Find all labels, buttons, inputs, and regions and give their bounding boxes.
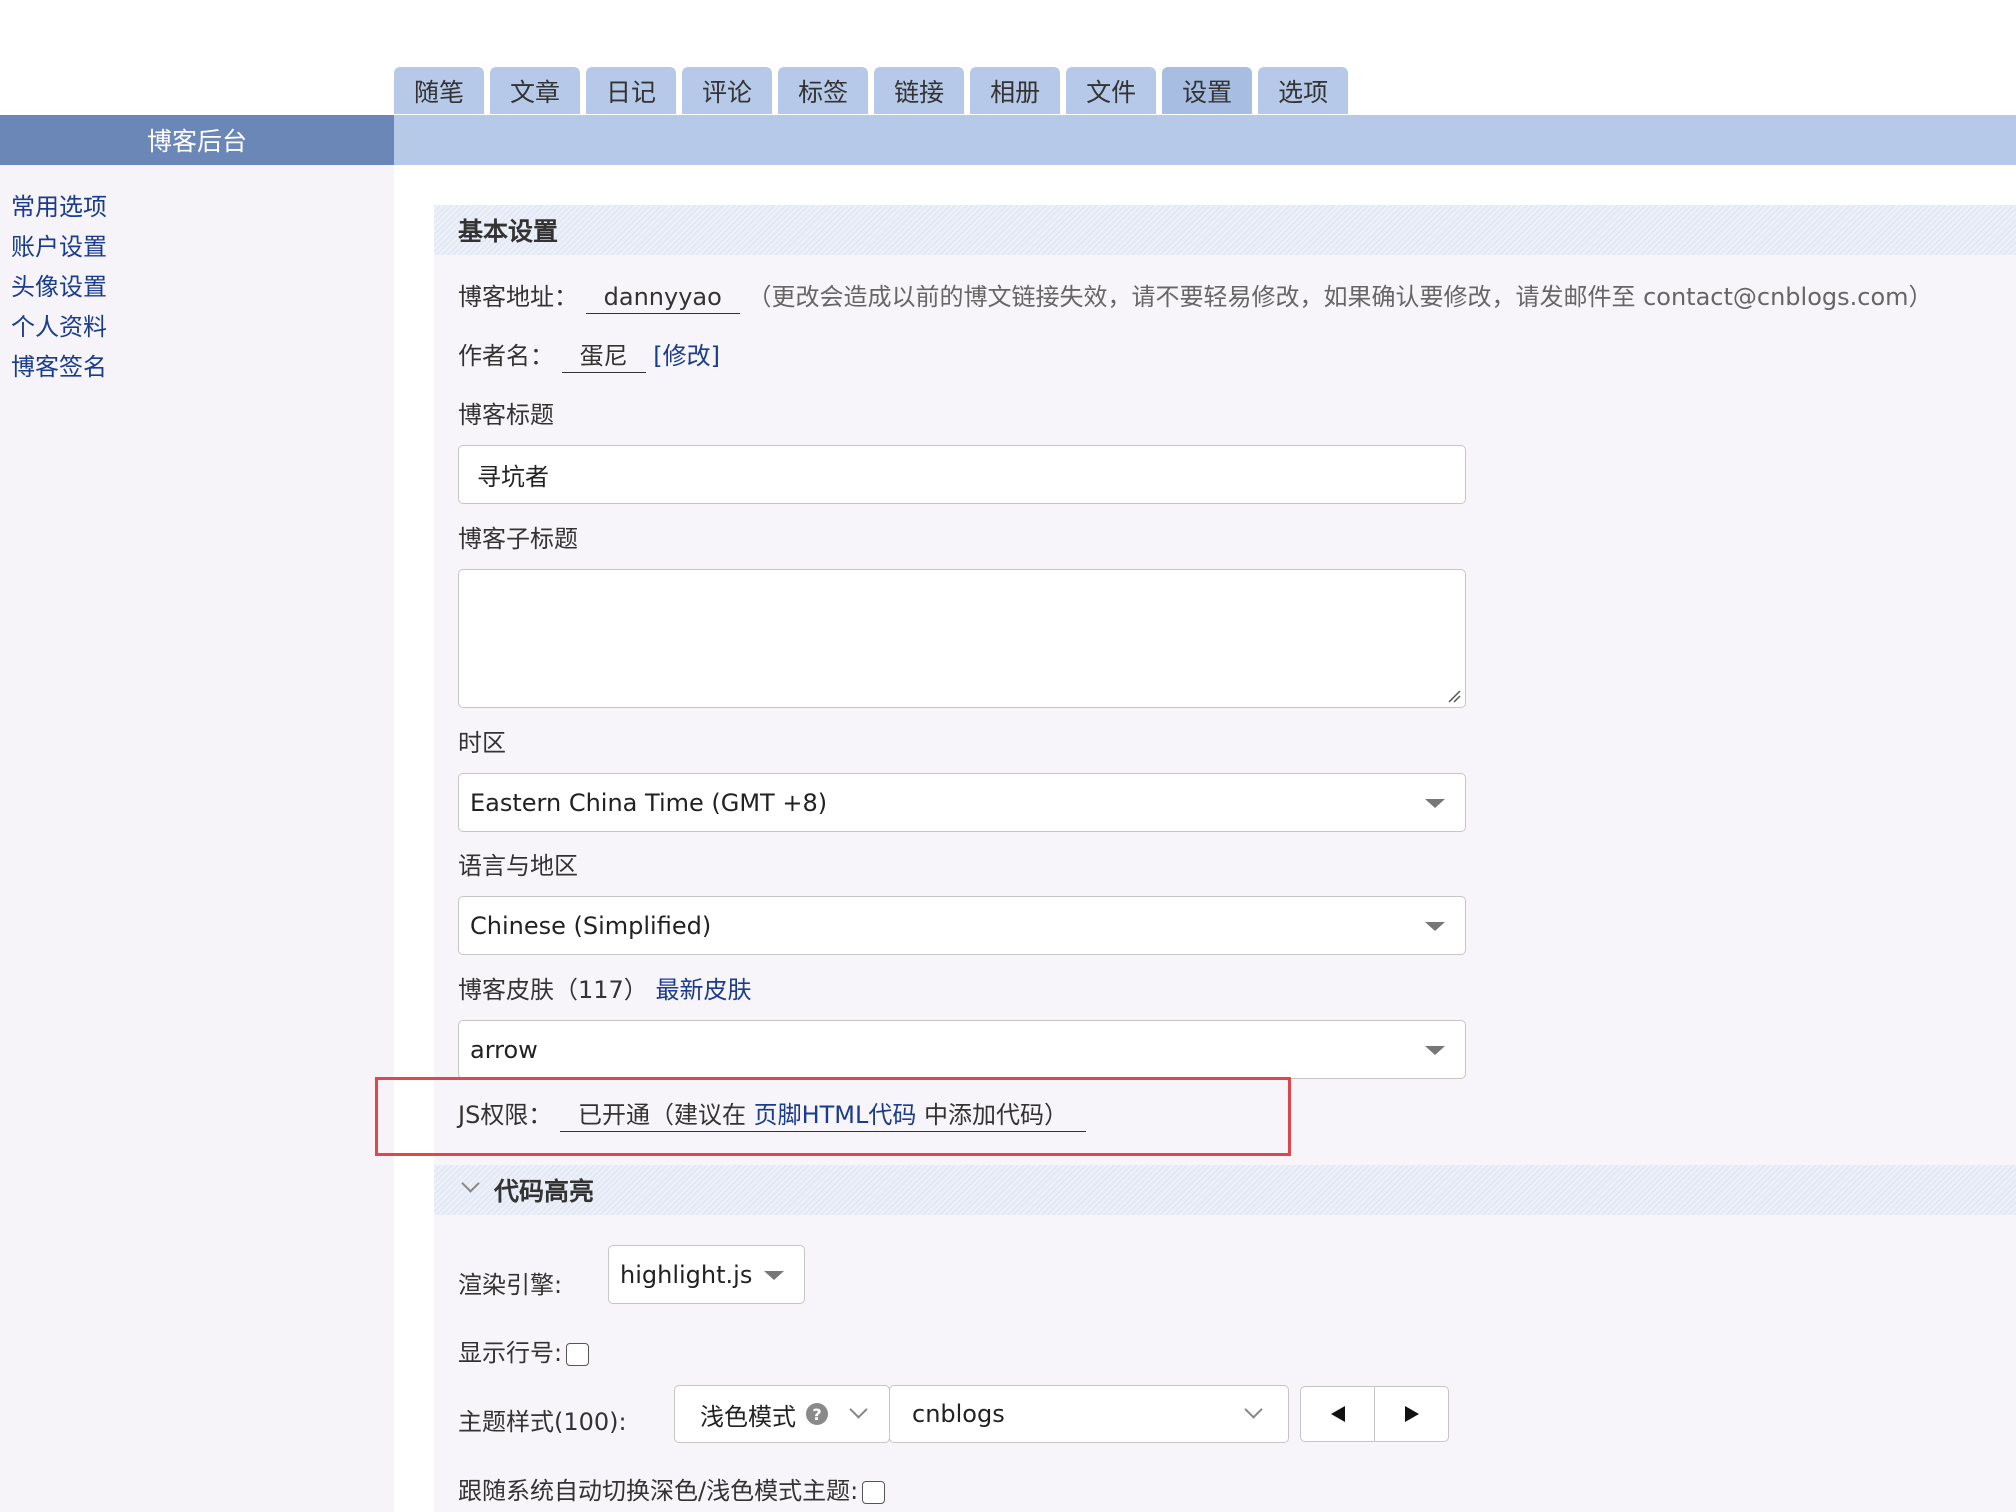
line-numbers-checkbox[interactable] <box>566 1342 590 1366</box>
tab-posts[interactable]: 随笔 <box>394 67 485 114</box>
blog-title-label: 博客标题 <box>458 401 554 429</box>
sidebar-item-signature: 博客签名 <box>11 347 394 387</box>
blog-subtitle-textarea[interactable] <box>458 569 1466 708</box>
blog-address-note: （更改会造成以前的博文链接失效，请不要轻易修改，如果确认要修改，请发邮件至 co… <box>747 283 1933 311</box>
sidebar-item-common: 常用选项 <box>11 187 394 227</box>
basic-settings-body: 博客地址： dannyyao （更改会造成以前的博文链接失效，请不要轻易修改，如… <box>434 255 2016 1165</box>
skin-value: arrow <box>470 1035 538 1064</box>
line-numbers-label: 显示行号: <box>458 1339 563 1367</box>
sidebar-link-avatar[interactable]: 头像设置 <box>11 273 107 301</box>
tab-albums[interactable]: 相册 <box>970 67 1061 114</box>
basic-settings-title: 基本设置 <box>458 217 559 246</box>
blog-title-value: 寻坑者 <box>477 463 549 491</box>
tab-links[interactable]: 链接 <box>874 67 965 114</box>
author-label: 作者名： <box>458 342 554 370</box>
triangle-right-icon <box>1404 1406 1419 1422</box>
theme-mode-select[interactable]: 浅色模式 ? <box>674 1385 890 1443</box>
auto-switch-checkbox[interactable] <box>862 1480 886 1504</box>
author-value: 蛋尼 <box>561 342 646 373</box>
blog-subtitle-label: 博客子标题 <box>458 525 578 553</box>
timezone-value: Eastern China Time (GMT +8) <box>470 788 828 817</box>
tab-files[interactable]: 文件 <box>1066 67 1157 114</box>
triangle-left-icon <box>1330 1406 1345 1422</box>
auto-switch-row: 跟随系统自动切换深色/浅色模式主题: <box>458 1471 886 1506</box>
line-numbers-row: 显示行号: <box>458 1333 590 1368</box>
tab-tags[interactable]: 标签 <box>778 67 869 114</box>
sidebar-link-common[interactable]: 常用选项 <box>11 193 107 221</box>
main-tabs: 随笔 文章 日记 评论 标签 链接 相册 文件 设置 选项 <box>394 67 1349 114</box>
chevron-down-icon <box>1425 921 1445 931</box>
collapse-chevron-icon <box>461 1174 480 1193</box>
engine-label: 渲染引擎: <box>458 1271 563 1299</box>
blog-address-label: 博客地址： <box>458 283 578 311</box>
code-highlight-header[interactable]: 代码高亮 <box>434 1165 2016 1215</box>
tab-articles[interactable]: 文章 <box>490 67 581 114</box>
basic-settings-header: 基本设置 <box>434 205 2016 255</box>
skin-select[interactable]: arrow <box>458 1020 1466 1079</box>
auto-switch-label: 跟随系统自动切换深色/浅色模式主题: <box>458 1477 859 1505</box>
sidebar-item-profile: 个人资料 <box>11 307 394 347</box>
prev-theme-button[interactable] <box>1300 1386 1375 1442</box>
sidebar: 常用选项 账户设置 头像设置 个人资料 博客签名 <box>0 165 394 1512</box>
skin-label: 博客皮肤（117） <box>458 976 648 1004</box>
sidebar-link-account[interactable]: 账户设置 <box>11 233 107 261</box>
sidebar-item-avatar: 头像设置 <box>11 267 394 307</box>
skin-row: 博客皮肤（117） 最新皮肤 <box>458 970 751 1005</box>
tab-comments[interactable]: 评论 <box>682 67 773 114</box>
timezone-select[interactable]: Eastern China Time (GMT +8) <box>458 773 1466 832</box>
theme-mode-value: 浅色模式 <box>700 1402 796 1431</box>
language-label: 语言与地区 <box>458 852 578 880</box>
js-permission-highlight <box>375 1077 1291 1156</box>
resize-handle-icon[interactable] <box>1447 689 1461 703</box>
theme-label: 主题样式(100): <box>458 1408 627 1436</box>
chevron-down-icon <box>764 1270 784 1280</box>
chevron-down-icon <box>1244 1400 1263 1419</box>
blog-title-input[interactable]: 寻坑者 <box>458 445 1466 504</box>
sidebar-title: 博客后台 <box>0 115 394 165</box>
engine-select[interactable]: highlight.js <box>608 1245 805 1304</box>
code-highlight-body: 渲染引擎: highlight.js 显示行号: 主题样式(100): 浅色模式… <box>434 1215 2016 1512</box>
code-highlight-title: 代码高亮 <box>494 1177 595 1206</box>
theme-select[interactable]: cnblogs <box>889 1385 1289 1443</box>
main-content: 基本设置 博客地址： dannyyao （更改会造成以前的博文链接失效，请不要轻… <box>394 165 2016 1512</box>
blog-address-value: dannyyao <box>585 283 740 314</box>
next-theme-button[interactable] <box>1374 1386 1449 1442</box>
blog-address-row: 博客地址： dannyyao （更改会造成以前的博文链接失效，请不要轻易修改，如… <box>458 277 1933 314</box>
help-icon[interactable]: ? <box>806 1403 828 1425</box>
tab-diary[interactable]: 日记 <box>586 67 677 114</box>
author-edit-link[interactable]: [修改] <box>653 342 720 370</box>
latest-skins-link[interactable]: 最新皮肤 <box>655 976 751 1004</box>
chevron-down-icon <box>1425 798 1445 808</box>
sidebar-link-signature[interactable]: 博客签名 <box>11 353 107 381</box>
sidebar-menu: 常用选项 账户设置 头像设置 个人资料 博客签名 <box>0 165 394 387</box>
sidebar-item-account: 账户设置 <box>11 227 394 267</box>
sidebar-link-profile[interactable]: 个人资料 <box>11 313 107 341</box>
language-value: Chinese (Simplified) <box>470 911 712 940</box>
engine-value: highlight.js <box>620 1260 753 1289</box>
chevron-down-icon <box>849 1400 868 1419</box>
chevron-down-icon <box>1425 1045 1445 1055</box>
theme-value: cnblogs <box>912 1400 1005 1428</box>
tab-settings[interactable]: 设置 <box>1162 67 1253 114</box>
tab-options[interactable]: 选项 <box>1258 67 1349 114</box>
author-row: 作者名： 蛋尼 [修改] <box>458 336 720 373</box>
timezone-label: 时区 <box>458 729 506 757</box>
language-select[interactable]: Chinese (Simplified) <box>458 896 1466 955</box>
